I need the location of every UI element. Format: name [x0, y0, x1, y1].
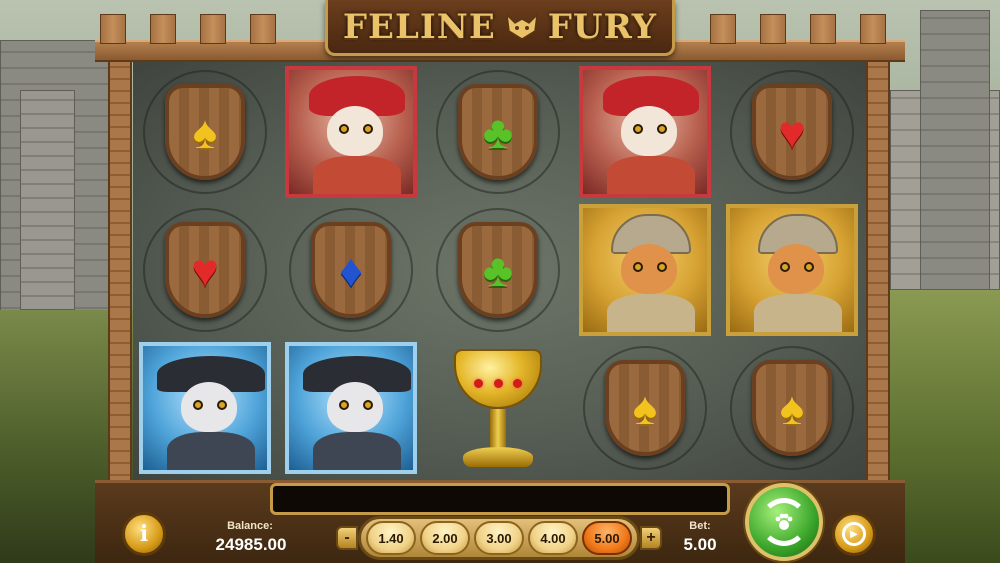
cat-emblem-icon: [504, 12, 540, 42]
reel-cell-noble-cat: [577, 64, 713, 200]
noble-cat-symbol: [285, 66, 417, 198]
knight-cat-symbol: [726, 204, 858, 336]
pirate-cat-symbol: [139, 342, 271, 474]
cat-body: [313, 432, 401, 470]
club-shield-icon: ♣: [458, 84, 538, 180]
balance-label: Balance:: [227, 520, 273, 532]
heart-shield-icon: ♥: [752, 84, 832, 180]
bet-chip-1[interactable]: 1.40: [366, 521, 416, 555]
crenel: [810, 14, 836, 44]
crenel: [760, 14, 786, 44]
cat-body: [607, 294, 695, 332]
bet-chip-5-selected[interactable]: 5.00: [582, 521, 632, 555]
reel-cell-spade: ♠: [724, 340, 860, 476]
reel-cell-club: ♣: [430, 202, 566, 338]
pirate-cat-symbol: [285, 342, 417, 474]
reel-grid: ♠ ♣ ♥ ♥ ♦ ♣ ♠ ♠: [133, 62, 866, 480]
noble-cat-symbol: [579, 66, 711, 198]
cat-eye: [363, 124, 373, 134]
ruby-gem: [512, 379, 522, 388]
spade-shield-icon: ♠: [752, 360, 832, 456]
chalice-gems: [471, 375, 525, 393]
cat-face-icon: [768, 244, 824, 294]
cat-face-icon: [327, 106, 383, 156]
reel-cell-spade: ♠: [137, 64, 273, 200]
autoplay-button[interactable]: ▶: [832, 512, 876, 556]
cat-eye: [657, 124, 667, 134]
game-logo: FELINE FURY: [325, 0, 675, 56]
reel-cell-diamond: ♦: [283, 202, 419, 338]
background-tower-left: [20, 90, 75, 310]
crenel: [100, 14, 126, 44]
cat-eye: [217, 400, 227, 410]
cat-eye: [633, 124, 643, 134]
golden-chalice-icon: [454, 349, 542, 467]
cat-emblem-shape: [505, 12, 538, 40]
chalice-stem: [490, 409, 506, 447]
crenel: [710, 14, 736, 44]
cat-body: [607, 156, 695, 194]
info-icon: i: [139, 521, 149, 547]
bet-chip-4[interactable]: 4.00: [528, 521, 578, 555]
cat-eye: [339, 400, 349, 410]
paw-icon: [775, 513, 793, 530]
ruby-gem: [474, 379, 484, 388]
bet-decrease-button[interactable]: -: [336, 526, 358, 550]
frame-left-rope-pillar: [108, 60, 132, 500]
reel-cell-chalice: [430, 340, 566, 476]
reel-cell-noble-cat: [283, 64, 419, 200]
cat-eye: [804, 262, 814, 272]
ruby-gem: [493, 379, 503, 388]
background-tower-right: [920, 10, 990, 290]
reel-cell-knight-cat: [724, 202, 860, 338]
win-message-strip: [270, 483, 730, 515]
cat-body: [313, 156, 401, 194]
bet-label: Bet:: [689, 520, 711, 532]
logo-word-left: FELINE: [342, 6, 496, 47]
crenel: [860, 14, 886, 44]
chalice-base: [463, 447, 533, 467]
reel-cell-club: ♣: [430, 64, 566, 200]
info-button[interactable]: i: [122, 512, 166, 556]
reel-cell-heart: ♥: [137, 202, 273, 338]
bet-chip-2[interactable]: 2.00: [420, 521, 470, 555]
reel-cell-pirate-cat: [283, 340, 419, 476]
cat-eye: [339, 124, 349, 134]
reel-cell-knight-cat: [577, 202, 713, 338]
spin-button[interactable]: [745, 483, 823, 561]
crenel: [150, 14, 176, 44]
cat-face-icon: [621, 244, 677, 294]
cat-eye: [780, 262, 790, 272]
bet-value: 5.00: [683, 535, 717, 554]
cat-body: [167, 432, 255, 470]
cat-body: [754, 294, 842, 332]
cat-face-icon: [181, 382, 237, 432]
cat-face-icon: [327, 382, 383, 432]
cat-eye: [193, 400, 203, 410]
balance-value: 24985.00: [215, 535, 287, 554]
reel-cell-pirate-cat: [137, 340, 273, 476]
knight-cat-symbol: [579, 204, 711, 336]
spade-shield-icon: ♠: [165, 84, 245, 180]
reel-cell-heart: ♥: [724, 64, 860, 200]
cat-eye: [363, 400, 373, 410]
spin-arrows-icon: [760, 498, 808, 546]
frame-right-rope-pillar: [866, 60, 890, 500]
autoplay-icon: ▶: [842, 522, 866, 546]
heart-shield-icon: ♥: [165, 222, 245, 318]
club-shield-icon: ♣: [458, 222, 538, 318]
reel-cell-spade: ♠: [577, 340, 713, 476]
logo-word-right: FURY: [547, 6, 658, 47]
bet-chip-3[interactable]: 3.00: [474, 521, 524, 555]
bet-increase-button[interactable]: +: [640, 526, 662, 550]
cat-face-icon: [621, 106, 677, 156]
cat-eye: [633, 262, 643, 272]
spade-shield-icon: ♠: [605, 360, 685, 456]
cat-eye: [657, 262, 667, 272]
diamond-shield-icon: ♦: [311, 222, 391, 318]
crenel: [200, 14, 226, 44]
crenel: [250, 14, 276, 44]
